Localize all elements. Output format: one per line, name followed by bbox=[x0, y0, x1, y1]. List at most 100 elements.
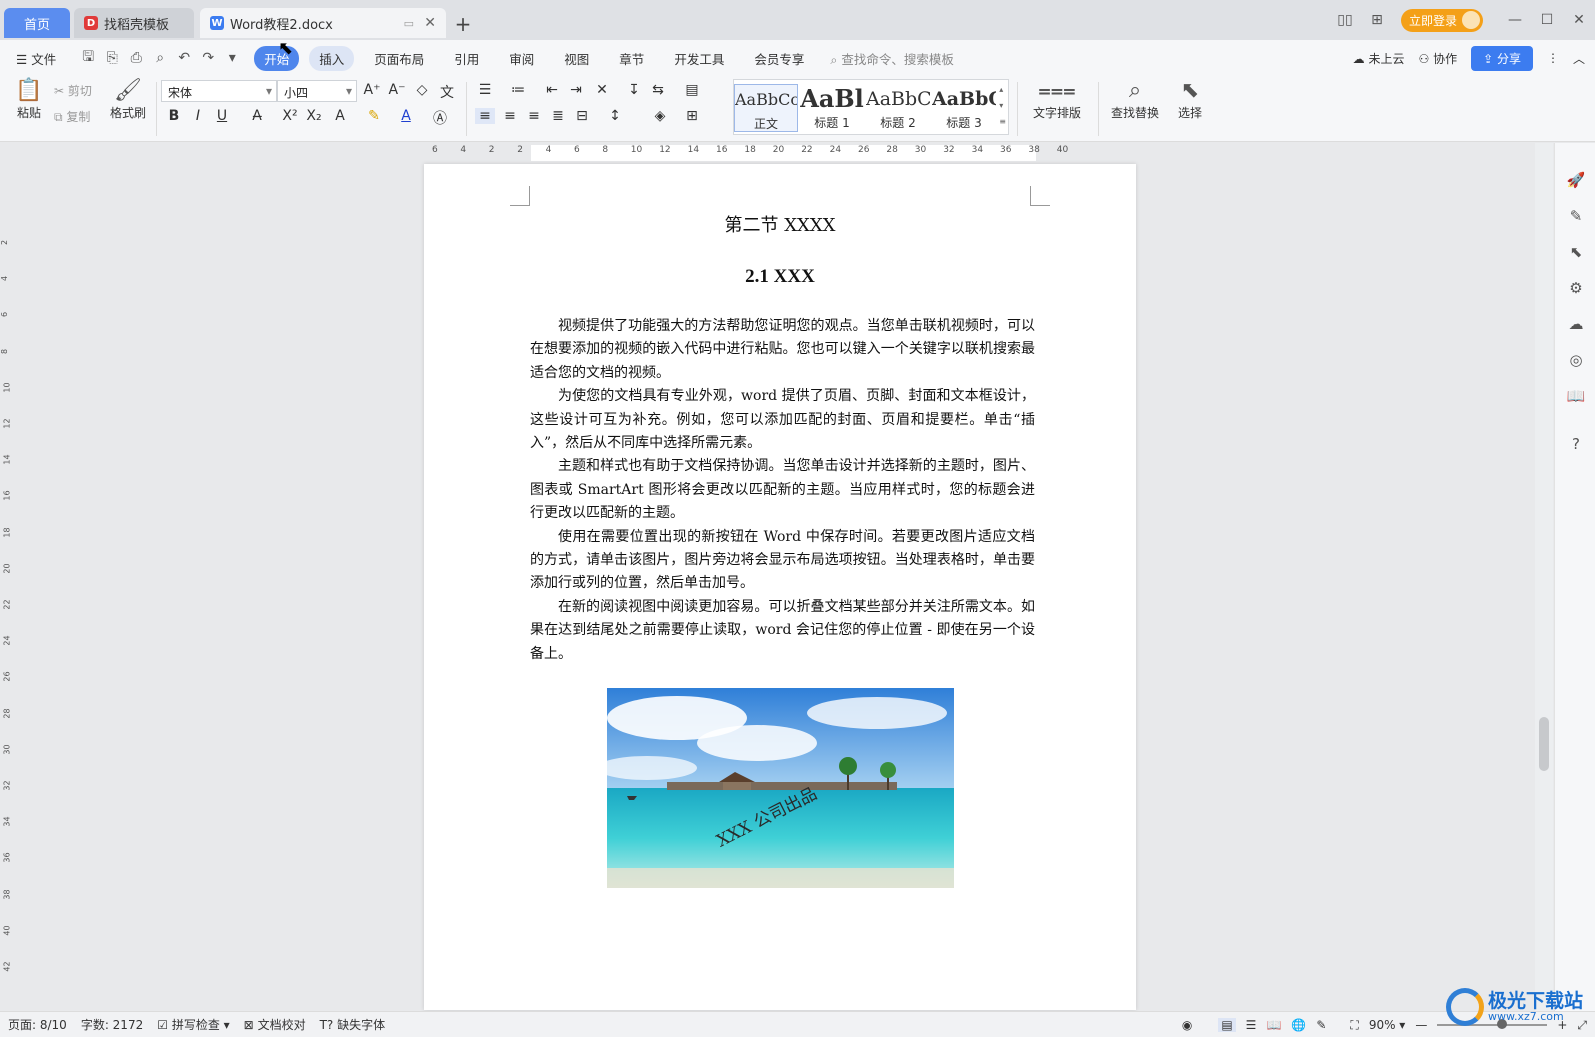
vertical-ruler[interactable]: 2 4 6 8 10 12 14 16 18 20 22 24 26 28 30 32 34 36 38 40 42 bbox=[0, 150, 16, 1010]
style-heading-2[interactable]: AaBbC 标题 2 bbox=[866, 84, 930, 132]
style-heading-1[interactable]: AaBl 标题 1 bbox=[800, 84, 864, 132]
sort-icon[interactable]: ↧ bbox=[624, 82, 644, 98]
text-effects-icon[interactable]: A bbox=[330, 108, 350, 124]
para-mark-icon[interactable]: ⇆ bbox=[648, 82, 668, 98]
menu-developer[interactable]: 开发工具 bbox=[664, 46, 734, 71]
subscript-icon[interactable]: X₂ bbox=[304, 108, 324, 124]
help-icon[interactable]: ? bbox=[1565, 435, 1587, 453]
cursor-icon[interactable]: ⬉ bbox=[1565, 243, 1587, 261]
menu-review[interactable]: 审阅 bbox=[499, 46, 544, 71]
scrollbar-thumb[interactable] bbox=[1539, 717, 1549, 771]
paste-button[interactable]: 📋 粘贴 bbox=[10, 78, 48, 121]
eye-protect-icon[interactable]: ◉ bbox=[1182, 1018, 1192, 1032]
spell-check-button[interactable]: ☑ 拼写检查 ▾ bbox=[157, 1016, 229, 1033]
copy-button[interactable]: ⧉ 复制 bbox=[54, 108, 90, 125]
zoom-select[interactable]: 90% ▾ bbox=[1369, 1018, 1406, 1032]
word-count[interactable]: 字数: 2172 bbox=[81, 1016, 143, 1033]
align-center-icon[interactable]: ≡ bbox=[500, 108, 520, 124]
increase-indent-icon[interactable]: ⇥ bbox=[566, 82, 586, 98]
close-window-icon[interactable]: ✕ bbox=[1563, 12, 1595, 28]
highlight-icon[interactable]: ✎ bbox=[364, 108, 384, 124]
collaborate-button[interactable]: ⚇ 协作 bbox=[1418, 50, 1457, 67]
distribute-icon[interactable]: ⊟ bbox=[572, 108, 592, 124]
menu-section[interactable]: 章节 bbox=[609, 46, 654, 71]
italic-icon[interactable]: I bbox=[188, 108, 208, 124]
redo-icon[interactable]: ↷ bbox=[196, 47, 220, 69]
menu-member[interactable]: 会员专享 bbox=[744, 46, 814, 71]
fit-page-icon[interactable]: ⛶ bbox=[1350, 1018, 1358, 1033]
bullet-list-icon[interactable]: ☰ bbox=[475, 82, 495, 98]
read-view-icon[interactable]: 📖 bbox=[1266, 1018, 1281, 1032]
command-search[interactable]: ⌕ 查找命令、搜索模板 bbox=[830, 49, 954, 68]
cut-button[interactable]: ✂ 剪切 bbox=[54, 82, 92, 99]
page-view-icon[interactable]: ▤ bbox=[1218, 1018, 1236, 1032]
shading-icon[interactable]: ◈ bbox=[650, 108, 670, 124]
borders-icon[interactable]: ⊞ bbox=[682, 108, 702, 124]
share-button[interactable]: ⇪ 分享 bbox=[1471, 45, 1533, 71]
decrease-indent-icon[interactable]: ⇤ bbox=[542, 82, 562, 98]
style-gallery-scroll[interactable]: ▴ ▾ ≡ bbox=[999, 82, 1006, 130]
print-icon[interactable]: ⎙ bbox=[124, 47, 148, 69]
menu-references[interactable]: 引用 bbox=[444, 46, 489, 71]
style-heading-3[interactable]: AaBbC 标题 3 bbox=[932, 84, 996, 132]
book-icon[interactable]: 📖 bbox=[1565, 387, 1587, 405]
grid-apps-icon[interactable]: ⊞ bbox=[1361, 12, 1393, 28]
minimize-icon[interactable]: — bbox=[1499, 12, 1531, 28]
style-normal[interactable]: AaBbCcI 正文 bbox=[734, 84, 798, 132]
select-button[interactable]: ⬉ 选择 bbox=[1170, 78, 1210, 121]
outline-view-icon[interactable]: ☰ bbox=[1246, 1018, 1257, 1032]
menu-insert[interactable]: 插入 bbox=[309, 45, 355, 71]
maximize-icon[interactable]: ☐ bbox=[1531, 12, 1563, 28]
text-layout-button[interactable]: ⩶ 文字排版 bbox=[1022, 78, 1092, 121]
char-border-icon[interactable]: Ⓐ bbox=[430, 108, 450, 128]
underline-icon[interactable]: U bbox=[212, 108, 232, 124]
align-left-icon[interactable]: ≡ bbox=[475, 108, 495, 124]
shrink-font-icon[interactable]: A⁻ bbox=[387, 82, 407, 98]
tab-home[interactable]: 首页 bbox=[4, 8, 70, 38]
proofread-button[interactable]: ⊠ 文档校对 bbox=[244, 1016, 306, 1033]
horizontal-ruler[interactable]: 6 4 2 2 4 6 8 10 12 14 16 18 20 22 24 26 28 30 32 34 36 38 40 bbox=[424, 143, 1136, 163]
font-name-select[interactable]: 宋体 ▾ bbox=[161, 80, 277, 102]
superscript-icon[interactable]: X² bbox=[280, 108, 300, 124]
print-preview-icon[interactable]: ⌕ bbox=[148, 47, 172, 69]
adjust-icon[interactable]: ⚙ bbox=[1565, 279, 1587, 297]
more-icon[interactable]: ⋮ bbox=[1547, 51, 1559, 65]
undo-icon[interactable]: ↶ bbox=[172, 47, 196, 69]
reading-layout-icon[interactable]: ▯▯ bbox=[1329, 12, 1361, 28]
web-view-icon[interactable]: 🌐 bbox=[1291, 1018, 1306, 1032]
justify-icon[interactable]: ≣ bbox=[548, 108, 568, 124]
format-painter-button[interactable]: 🖌 格式刷 bbox=[106, 78, 150, 121]
line-spacing-icon[interactable]: ↕ bbox=[605, 108, 625, 124]
font-color-icon[interactable]: A bbox=[396, 108, 416, 124]
vertical-scrollbar[interactable] bbox=[1535, 143, 1553, 1011]
close-tab-icon[interactable]: ✕ bbox=[424, 15, 436, 31]
missing-font-button[interactable]: T? 缺失字体 bbox=[320, 1016, 386, 1033]
rocket-icon[interactable]: 🚀 bbox=[1565, 171, 1587, 189]
customize-toolbar-icon[interactable]: ▾ bbox=[220, 47, 244, 69]
file-menu[interactable]: ☰ 文件 bbox=[6, 46, 66, 71]
collapse-ribbon-icon[interactable]: ︿ bbox=[1573, 50, 1585, 67]
compass-icon[interactable]: ◎ bbox=[1565, 351, 1587, 369]
export-pdf-icon[interactable]: ⎘ bbox=[100, 47, 124, 69]
font-size-select[interactable]: 小四 ▾ bbox=[277, 80, 357, 102]
tab-document[interactable]: W Word教程2.docx ▭ ✕ bbox=[200, 8, 446, 38]
phonetic-guide-icon[interactable]: 文 bbox=[437, 82, 457, 102]
grow-font-icon[interactable]: A⁺ bbox=[362, 82, 382, 98]
login-button[interactable]: 立即登录 bbox=[1400, 8, 1483, 32]
chinese-layout-icon[interactable]: ✕ bbox=[592, 82, 612, 98]
new-tab-button[interactable]: + bbox=[452, 12, 474, 36]
write-view-icon[interactable]: ✎ bbox=[1316, 1018, 1326, 1032]
tab-template[interactable]: D 找稻壳模板 bbox=[74, 8, 194, 38]
body-text[interactable]: 视频提供了功能强大的方法帮助您证明您的观点。当您单击联机视频时，可以在想要添加的… bbox=[530, 315, 1035, 666]
menu-page-layout[interactable]: 页面布局 bbox=[364, 46, 434, 71]
save-icon[interactable]: 🖫 bbox=[76, 47, 100, 69]
clear-format-icon[interactable]: ◇ bbox=[412, 82, 432, 98]
document-page[interactable]: 第二节 XXXX 2.1 XXX 视频提供了功能强大的方法帮助您证明您的观点。当… bbox=[424, 164, 1136, 1010]
find-replace-button[interactable]: ⌕ 查找替换 bbox=[1102, 78, 1168, 121]
page-indicator[interactable]: 页面: 8/10 bbox=[8, 1016, 67, 1033]
bold-icon[interactable]: B bbox=[164, 108, 184, 124]
zoom-out-icon[interactable]: — bbox=[1415, 1018, 1427, 1032]
cloud-status[interactable]: ☁ 未上云 bbox=[1353, 50, 1405, 67]
pen-icon[interactable]: ✎ bbox=[1565, 207, 1587, 225]
backup-icon[interactable]: ☁ bbox=[1565, 315, 1587, 333]
